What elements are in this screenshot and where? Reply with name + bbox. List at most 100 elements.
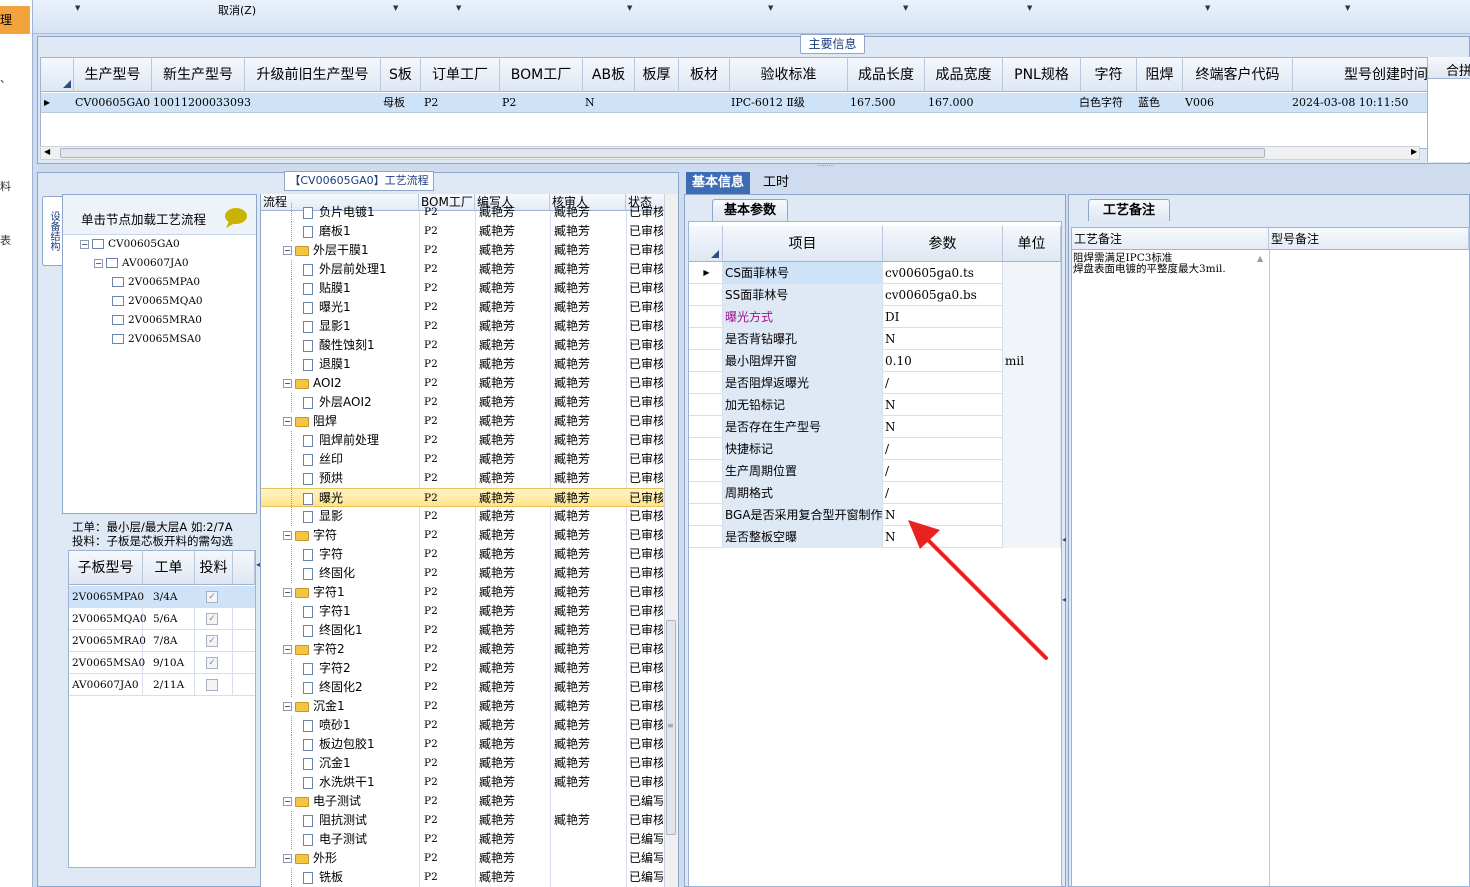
- col-header[interactable]: 成品宽度: [925, 58, 1003, 92]
- param-row[interactable]: 快捷标记 /: [689, 438, 1061, 460]
- flow-row[interactable]: 水洗烘干1 P2 臧艳芳 臧艳芳 已审核: [261, 773, 664, 792]
- flow-factory-cell[interactable]: P2: [424, 735, 438, 754]
- flow-factory-cell[interactable]: P2: [424, 773, 438, 792]
- flow-writer-cell[interactable]: 臧艳芳: [479, 469, 515, 488]
- collapse-icon[interactable]: −: [283, 531, 292, 540]
- flow-reviewer-cell[interactable]: 臧艳芳: [554, 336, 590, 355]
- sub-board-row[interactable]: 2V0065MQA0 5/6A ✓: [69, 608, 255, 630]
- flow-status-cell[interactable]: 已审核: [629, 489, 663, 508]
- flow-name-cell[interactable]: 字符2: [303, 659, 351, 678]
- flow-writer-cell[interactable]: 臧艳芳: [479, 241, 515, 260]
- comment-bubble-icon[interactable]: [223, 207, 249, 229]
- flow-name-cell[interactable]: 终固化: [303, 564, 355, 583]
- flow-name-cell[interactable]: 字符: [303, 545, 343, 564]
- flow-writer-cell[interactable]: 臧艳芳: [479, 716, 515, 735]
- flow-writer-cell[interactable]: 臧艳芳: [479, 811, 515, 830]
- sub-order-cell[interactable]: 5/6A: [143, 608, 195, 630]
- sub-model-cell[interactable]: 2V0065MRA0: [69, 630, 146, 652]
- flow-writer-cell[interactable]: 臧艳芳: [479, 279, 515, 298]
- param-row[interactable]: 是否阻焊返曝光 /: [689, 372, 1061, 394]
- flow-row[interactable]: 退膜1 P2 臧艳芳 臧艳芳 已审核: [261, 355, 664, 374]
- flow-factory-cell[interactable]: P2: [424, 469, 438, 488]
- param-value-cell[interactable]: N: [883, 526, 1003, 548]
- sub-board-row[interactable]: 2V0065MRA0 7/8A ✓: [69, 630, 255, 652]
- flow-name-cell[interactable]: 阻焊前处理: [303, 431, 379, 450]
- flow-factory-cell[interactable]: P2: [424, 716, 438, 735]
- tree-node[interactable]: 2V0065MQA0: [112, 295, 203, 307]
- flow-reviewer-cell[interactable]: 臧艳芳: [554, 412, 590, 431]
- flow-reviewer-cell[interactable]: 臧艳芳: [554, 507, 590, 526]
- param-unit-cell[interactable]: [1003, 438, 1061, 460]
- param-value-cell[interactable]: /: [883, 460, 1003, 482]
- flow-reviewer-cell[interactable]: 臧艳芳: [554, 621, 590, 640]
- flow-status-cell[interactable]: 已审核: [629, 811, 663, 830]
- flow-writer-cell[interactable]: 臧艳芳: [479, 317, 515, 336]
- col-header[interactable]: 成品长度: [848, 58, 925, 92]
- flow-row[interactable]: − 外层干膜1 P2 臧艳芳 臧艳芳 已审核: [261, 241, 664, 260]
- flow-factory-cell[interactable]: P2: [424, 792, 438, 811]
- flow-writer-cell[interactable]: 臧艳芳: [479, 792, 515, 811]
- sub-model-cell[interactable]: 2V0065MPA0: [69, 586, 144, 608]
- flow-factory-cell[interactable]: P2: [424, 317, 438, 336]
- flow-factory-cell[interactable]: P2: [424, 678, 438, 697]
- flow-reviewer-cell[interactable]: 臧艳芳: [554, 489, 590, 508]
- cell-s-board[interactable]: 母板: [383, 93, 405, 113]
- flow-row[interactable]: 终固化2 P2 臧艳芳 臧艳芳 已审核: [261, 678, 664, 697]
- flow-row[interactable]: 曝光1 P2 臧艳芳 臧艳芳 已审核: [261, 298, 664, 317]
- feed-checkbox[interactable]: ✓: [206, 591, 218, 603]
- flow-factory-cell[interactable]: P2: [424, 507, 438, 526]
- cell-bom-factory[interactable]: P2: [502, 93, 516, 113]
- flow-row[interactable]: 显影1 P2 臧艳芳 臧艳芳 已审核: [261, 317, 664, 336]
- param-col-header[interactable]: 项目: [723, 226, 883, 262]
- device-structure-tab[interactable]: 设备结构: [42, 196, 62, 266]
- flow-row[interactable]: − 沉金1 P2 臧艳芳 臧艳芳 已审核: [261, 697, 664, 716]
- tab-work-hours[interactable]: 工时: [757, 172, 795, 194]
- tree-node[interactable]: 2V0065MSA0: [112, 333, 201, 345]
- flow-status-cell[interactable]: 已编写: [629, 849, 663, 868]
- col-header[interactable]: 型号创建时间: [1293, 58, 1429, 92]
- param-unit-cell[interactable]: [1003, 394, 1061, 416]
- flow-status-cell[interactable]: 已审核: [629, 450, 663, 469]
- flow-status-cell[interactable]: 已审核: [629, 773, 663, 792]
- flow-row[interactable]: 酸性蚀刻1 P2 臧艳芳 臧艳芳 已审核: [261, 336, 664, 355]
- collapse-right-icon[interactable]: ◂: [1062, 595, 1066, 604]
- flow-name-cell[interactable]: 阻抗测试: [303, 811, 367, 830]
- param-item-cell[interactable]: 是否背钻曝孔: [723, 328, 883, 350]
- flow-factory-cell[interactable]: P2: [424, 868, 438, 887]
- cell-created-time[interactable]: 2024-03-08 10:11:50: [1292, 93, 1408, 113]
- flow-row[interactable]: 终固化 P2 臧艳芳 臧艳芳 已审核: [261, 564, 664, 583]
- flow-factory-cell[interactable]: P2: [424, 450, 438, 469]
- collapse-icon[interactable]: −: [283, 702, 292, 711]
- flow-reviewer-cell[interactable]: 臧艳芳: [554, 811, 590, 830]
- cell-customer-code[interactable]: V006: [1185, 93, 1214, 113]
- flow-name-cell[interactable]: − 字符2: [283, 640, 345, 659]
- sub-model-cell[interactable]: 2V0065MSA0: [69, 652, 145, 674]
- param-row[interactable]: BGA是否采用复合型开窗制作 N: [689, 504, 1061, 526]
- flow-reviewer-cell[interactable]: 臧艳芳: [554, 716, 590, 735]
- flow-factory-cell[interactable]: P2: [424, 279, 438, 298]
- flow-row[interactable]: 字符2 P2 臧艳芳 臧艳芳 已审核: [261, 659, 664, 678]
- flow-row[interactable]: 喷砂1 P2 臧艳芳 臧艳芳 已审核: [261, 716, 664, 735]
- horizontal-scroll-thumb[interactable]: [60, 148, 1265, 158]
- sub-col-header[interactable]: 子板型号: [69, 551, 143, 585]
- col-header[interactable]: 生产型号: [74, 58, 152, 92]
- flow-factory-cell[interactable]: P2: [424, 222, 438, 241]
- flow-writer-cell[interactable]: 臧艳芳: [479, 754, 515, 773]
- flow-row[interactable]: 电子测试 P2 臧艳芳 已编写: [261, 830, 664, 849]
- cell-width[interactable]: 167.000: [928, 93, 974, 113]
- param-row[interactable]: 曝光方式 DI: [689, 306, 1061, 328]
- flow-reviewer-cell[interactable]: 臧艳芳: [554, 564, 590, 583]
- flow-status-cell[interactable]: 已审核: [629, 564, 663, 583]
- flow-row[interactable]: − AOI2 P2 臧艳芳 臧艳芳 已审核: [261, 374, 664, 393]
- dropdown-arrow-icon[interactable]: ▼: [1205, 4, 1210, 12]
- flow-row[interactable]: 曝光 P2 臧艳芳 臧艳芳 已审核: [261, 488, 664, 508]
- flow-row[interactable]: 沉金1 P2 臧艳芳 臧艳芳 已审核: [261, 754, 664, 773]
- scroll-left-icon[interactable]: ◀: [44, 147, 50, 156]
- flow-row[interactable]: 外层前处理1 P2 臧艳芳 臧艳芳 已审核: [261, 260, 664, 279]
- dropdown-arrow-icon[interactable]: ▼: [768, 4, 773, 12]
- flow-row[interactable]: − 字符 P2 臧艳芳 臧艳芳 已审核: [261, 526, 664, 545]
- flow-name-cell[interactable]: − 外层干膜1: [283, 241, 369, 260]
- flow-reviewer-cell[interactable]: 臧艳芳: [554, 393, 590, 412]
- flow-row[interactable]: 铣板 P2 臧艳芳 已编写: [261, 868, 664, 887]
- tree-node[interactable]: 2V0065MPA0: [112, 276, 200, 288]
